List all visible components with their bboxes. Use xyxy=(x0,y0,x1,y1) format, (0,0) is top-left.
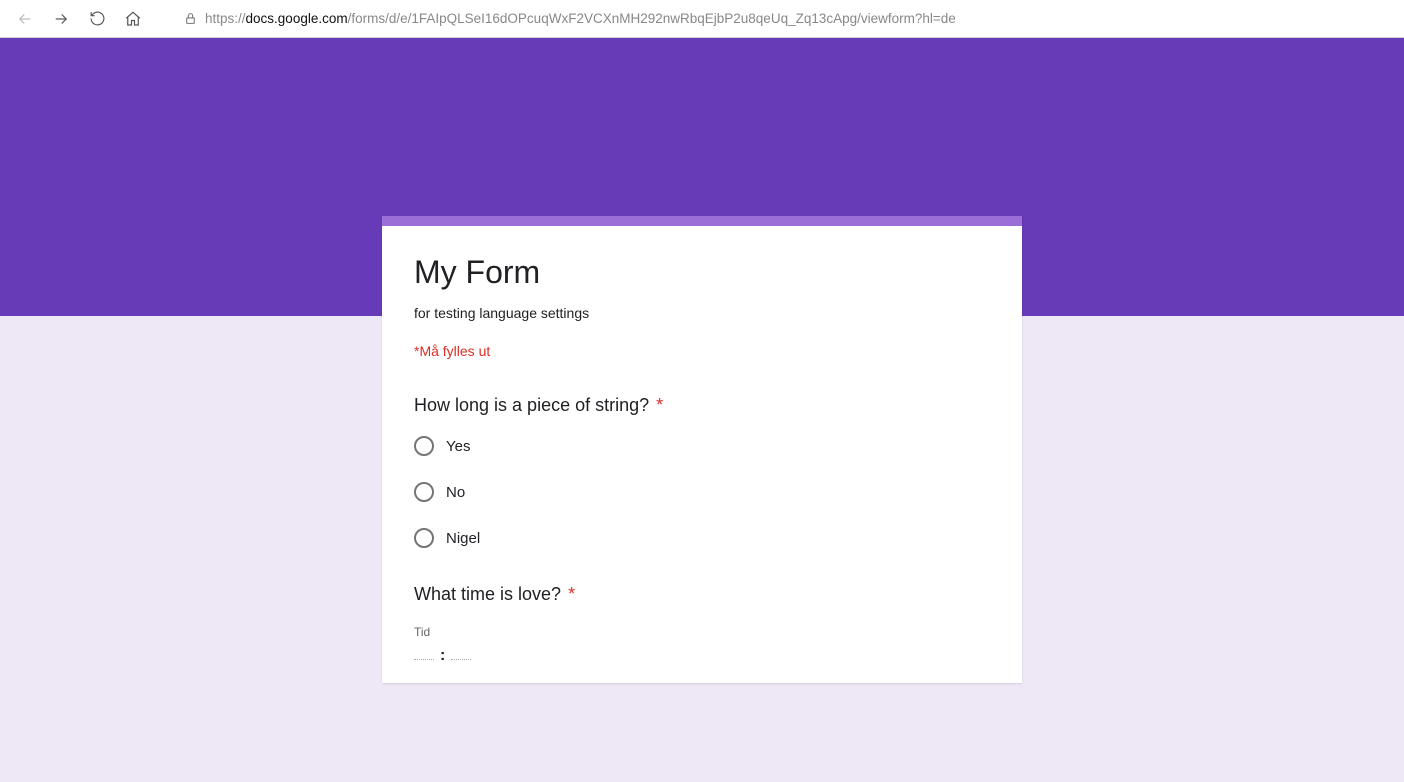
refresh-button[interactable] xyxy=(82,4,112,34)
form-title: My Form xyxy=(414,254,990,291)
required-asterisk-icon: * xyxy=(656,395,663,415)
refresh-icon xyxy=(89,10,106,27)
url-prefix: https:// xyxy=(205,11,246,26)
address-bar[interactable]: https://docs.google.com/forms/d/e/1FAIpQ… xyxy=(176,5,1382,33)
lock-icon xyxy=(184,12,197,25)
required-asterisk-icon: * xyxy=(568,584,575,604)
form-card: My Form for testing language settings *M… xyxy=(382,216,1022,683)
question-block-1: How long is a piece of string? * Yes No … xyxy=(382,387,1022,576)
form-description: for testing language settings xyxy=(414,305,990,321)
time-label: Tid xyxy=(414,625,990,639)
radio-icon xyxy=(414,482,434,502)
page-viewport: My Form for testing language settings *M… xyxy=(0,38,1404,782)
home-button[interactable] xyxy=(118,4,148,34)
radio-label: Yes xyxy=(446,438,470,455)
form-header: My Form for testing language settings *M… xyxy=(382,226,1022,387)
question-title-2: What time is love? * xyxy=(414,584,990,605)
time-hour-field[interactable] xyxy=(414,657,434,660)
radio-icon xyxy=(414,436,434,456)
question-text-1: How long is a piece of string? xyxy=(414,395,649,415)
question-text-2: What time is love? xyxy=(414,584,561,604)
url-text: https://docs.google.com/forms/d/e/1FAIpQ… xyxy=(205,11,956,26)
time-colon: : xyxy=(438,647,447,665)
forward-button[interactable] xyxy=(46,4,76,34)
required-legend: *Må fylles ut xyxy=(414,343,990,359)
arrow-left-icon xyxy=(16,10,34,28)
back-button[interactable] xyxy=(10,4,40,34)
radio-label: No xyxy=(446,484,465,501)
url-host: docs.google.com xyxy=(246,11,348,26)
question-block-2: What time is love? * Tid : xyxy=(382,576,1022,683)
url-path: /forms/d/e/1FAIpQLSeI16dOPcuqWxF2VCXnMH2… xyxy=(348,11,956,26)
time-minute-field[interactable] xyxy=(451,657,471,660)
home-icon xyxy=(124,10,142,28)
radio-label: Nigel xyxy=(446,530,480,547)
browser-toolbar: https://docs.google.com/forms/d/e/1FAIpQ… xyxy=(0,0,1404,38)
radio-option-nigel[interactable]: Nigel xyxy=(414,528,990,548)
radio-icon xyxy=(414,528,434,548)
time-input[interactable]: : xyxy=(414,647,990,665)
question-title-1: How long is a piece of string? * xyxy=(414,395,990,416)
radio-option-yes[interactable]: Yes xyxy=(414,436,990,456)
arrow-right-icon xyxy=(52,10,70,28)
form-accent-bar xyxy=(382,216,1022,226)
radio-option-no[interactable]: No xyxy=(414,482,990,502)
